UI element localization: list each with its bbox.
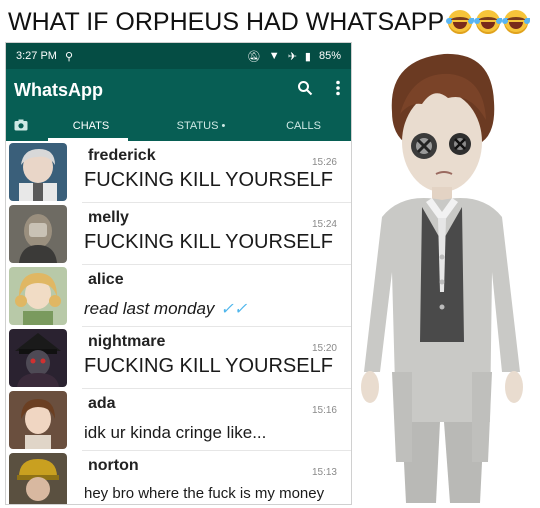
contact-name: norton	[88, 457, 139, 474]
app-bar: WhatsApp	[6, 69, 351, 111]
status-bar: 3:27 PM ⚲ 🔕︎ ▼ ✈ ▮ 85%	[6, 43, 351, 69]
wifi-icon: ▼	[268, 50, 280, 62]
chat-row[interactable]: nightmare 15:20 FUCKING KILL YOURSELF	[6, 327, 351, 389]
avatar	[9, 205, 67, 263]
camera-icon[interactable]	[6, 119, 36, 134]
chat-time: 15:20	[311, 343, 337, 354]
last-message: hey bro where the fuck is my money	[84, 485, 325, 502]
laughing-crying-emoji-icon	[502, 10, 531, 34]
meme-caption: WHAT IF ORPHEUS HAD WHATSAPP	[8, 4, 538, 40]
battery-level: 85%	[318, 50, 341, 62]
orpheus-character-image	[352, 42, 540, 503]
avatar	[9, 453, 67, 504]
laughing-crying-emoji-icon	[474, 10, 503, 34]
chat-time: 15:24	[311, 219, 337, 230]
last-message: read last monday ✓✓	[84, 299, 247, 319]
chat-row[interactable]: melly 15:24 FUCKING KILL YOURSELF	[6, 203, 351, 265]
chat-row[interactable]: norton 15:13 hey bro where the fuck is m…	[6, 451, 351, 504]
battery-icon: ▮	[304, 50, 311, 63]
whatsapp-screen: 3:27 PM ⚲ 🔕︎ ▼ ✈ ▮ 85% WhatsApp CHATS ST…	[5, 42, 352, 505]
contact-name: ada	[88, 395, 116, 412]
status-time: 3:27 PM	[16, 50, 57, 62]
avatar	[9, 267, 67, 325]
chat-time: 15:13	[311, 467, 337, 478]
contact-name: alice	[88, 271, 124, 288]
contact-name: melly	[88, 209, 129, 226]
chat-row[interactable]: alice read last monday ✓✓	[6, 265, 351, 327]
avatar	[9, 143, 67, 201]
laughing-crying-emoji-icon	[446, 10, 475, 34]
more-vert-icon[interactable]	[335, 80, 341, 101]
contact-name: nightmare	[88, 333, 166, 350]
tab-chats[interactable]: CHATS	[36, 120, 146, 132]
chat-time: 15:16	[311, 405, 337, 416]
chat-time: 15:26	[311, 157, 337, 168]
tab-status[interactable]: STATUS •	[146, 120, 256, 132]
chat-row[interactable]: frederick 15:26 FUCKING KILL YOURSELF	[6, 141, 351, 203]
contact-name: frederick	[88, 147, 156, 164]
tab-bar: CHATS STATUS • CALLS	[6, 111, 351, 141]
search-icon[interactable]	[297, 80, 313, 101]
last-message: idk ur kinda cringe like...	[84, 423, 267, 442]
avatar	[9, 391, 67, 449]
last-message: FUCKING KILL YOURSELF	[84, 231, 333, 253]
double-check-icon: ✓✓	[220, 301, 248, 318]
notification-icon: ⚲	[64, 50, 74, 63]
airplane-icon: ✈	[287, 50, 297, 63]
last-message: FUCKING KILL YOURSELF	[84, 355, 333, 377]
avatar	[9, 329, 67, 387]
last-message: FUCKING KILL YOURSELF	[84, 169, 333, 191]
app-title: WhatsApp	[14, 79, 103, 100]
tab-calls[interactable]: CALLS	[256, 120, 351, 132]
last-message-text: read last monday	[84, 299, 215, 318]
mute-icon: 🔕︎	[246, 50, 261, 63]
chat-row[interactable]: ada 15:16 idk ur kinda cringe like...	[6, 389, 351, 451]
caption-text: WHAT IF ORPHEUS HAD WHATSAPP	[8, 7, 445, 36]
